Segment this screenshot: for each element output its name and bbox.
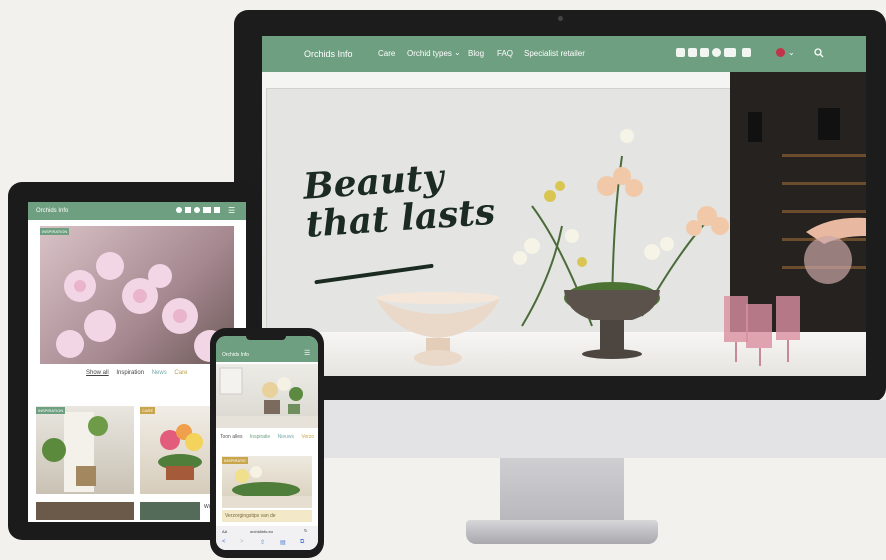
pinterest-icon[interactable] [712, 48, 721, 57]
chevron-down-icon[interactable]: ⌄ [788, 48, 795, 57]
tablet-hero-image [40, 226, 234, 364]
card-tag-inspiratie: INSPIRATIE [222, 457, 248, 464]
site-logo[interactable]: Orchids Info [222, 352, 249, 358]
tab-inspiration[interactable]: Inspiration [116, 370, 144, 376]
nav-specialist-retailer[interactable]: Specialist retailer [524, 49, 585, 58]
bookmarks-icon[interactable]: ▤ [280, 539, 286, 546]
share-icon[interactable]: ⇧ [260, 539, 265, 546]
facebook-icon[interactable] [185, 207, 191, 213]
card-tag-care: CARE [140, 407, 156, 414]
text-size-button[interactable]: AA [222, 529, 227, 534]
tab-news[interactable]: News [152, 370, 167, 376]
site-logo[interactable]: Orchids Info [36, 208, 68, 214]
menu-icon[interactable]: ☰ [304, 349, 310, 357]
menu-icon[interactable]: ☰ [228, 206, 235, 215]
instagram-icon[interactable] [676, 48, 685, 57]
imac-chin [322, 400, 886, 458]
orchid-arrangement-image [513, 129, 729, 359]
tab-inspiratie[interactable]: Inspiratie [250, 434, 270, 440]
url-field[interactable]: orchidinfo.eu [250, 529, 273, 534]
tiktok-icon[interactable] [688, 48, 697, 57]
tablet-card-image[interactable] [36, 502, 134, 520]
facebook-icon[interactable] [700, 48, 709, 57]
twitter-icon[interactable] [742, 48, 751, 57]
tab-toon-alles[interactable]: Toon alles [220, 434, 243, 440]
tablet-navbar: Orchids Info ☰ [28, 202, 246, 220]
tab-care[interactable]: Care [174, 370, 187, 376]
twitter-icon[interactable] [214, 207, 220, 213]
nav-blog[interactable]: Blog [468, 49, 484, 58]
chevron-down-icon[interactable]: ⌄ [454, 48, 461, 57]
phone-hero-image [216, 364, 318, 428]
tab-verzorging[interactable]: Verzo [301, 434, 314, 440]
tablet-card-image[interactable] [36, 406, 134, 494]
tab-nieuws[interactable]: Nieuws [278, 434, 294, 440]
tabs-icon[interactable]: ⧉ [300, 539, 304, 546]
language-flag-icon[interactable] [776, 48, 785, 57]
hero-headline: Beauty that lasts [302, 155, 497, 246]
desktop-navbar: Orchids Info Care Orchid types ⌄ Blog FA… [262, 36, 866, 72]
phone-filter-tabs: Toon alles Inspiratie Nieuws Verzo [220, 434, 318, 440]
back-icon[interactable]: < [222, 539, 226, 545]
tablet-card-image[interactable] [140, 502, 200, 520]
phone-notch [246, 332, 286, 340]
card-tag-inspiration: INSPIRATION [36, 407, 66, 414]
nav-faq[interactable]: FAQ [497, 49, 513, 58]
search-icon[interactable] [814, 48, 824, 58]
pendant-lamp [818, 108, 840, 140]
youtube-icon[interactable] [724, 48, 736, 57]
ceramic-bowl-image [376, 292, 500, 366]
inspiration-badge: INSPIRATION [40, 228, 70, 235]
forward-icon[interactable]: > [240, 539, 244, 545]
nav-care[interactable]: Care [378, 49, 395, 58]
tab-show-all[interactable]: Show all [86, 370, 109, 376]
site-logo[interactable]: Orchids Info [304, 49, 353, 59]
reload-icon[interactable]: ↻ [304, 528, 307, 533]
wine-shelf [782, 154, 866, 157]
camera-dot [558, 16, 563, 21]
wine-shelf [782, 182, 866, 185]
nav-orchid-types[interactable]: Orchid types [407, 49, 452, 58]
glasses-and-carafe-image [724, 217, 866, 366]
pinterest-icon[interactable] [194, 207, 200, 213]
youtube-icon[interactable] [203, 207, 211, 213]
browser-bar: AA orchidinfo.eu ↻ < > ⇧ ▤ ⧉ [216, 526, 318, 550]
imac-foot [466, 520, 658, 544]
card-title[interactable]: Verzorgingstips van de [222, 510, 312, 522]
tablet-filter-tabs: Show all Inspiration News Care [86, 370, 193, 376]
instagram-icon[interactable] [176, 207, 182, 213]
phone-screen: Orchids Info ☰ Toon alles Inspiratie Nie… [216, 336, 318, 550]
desktop-screen: Beauty that lasts Orchids Info Care Orch… [262, 36, 866, 376]
imac-stand [500, 458, 624, 520]
